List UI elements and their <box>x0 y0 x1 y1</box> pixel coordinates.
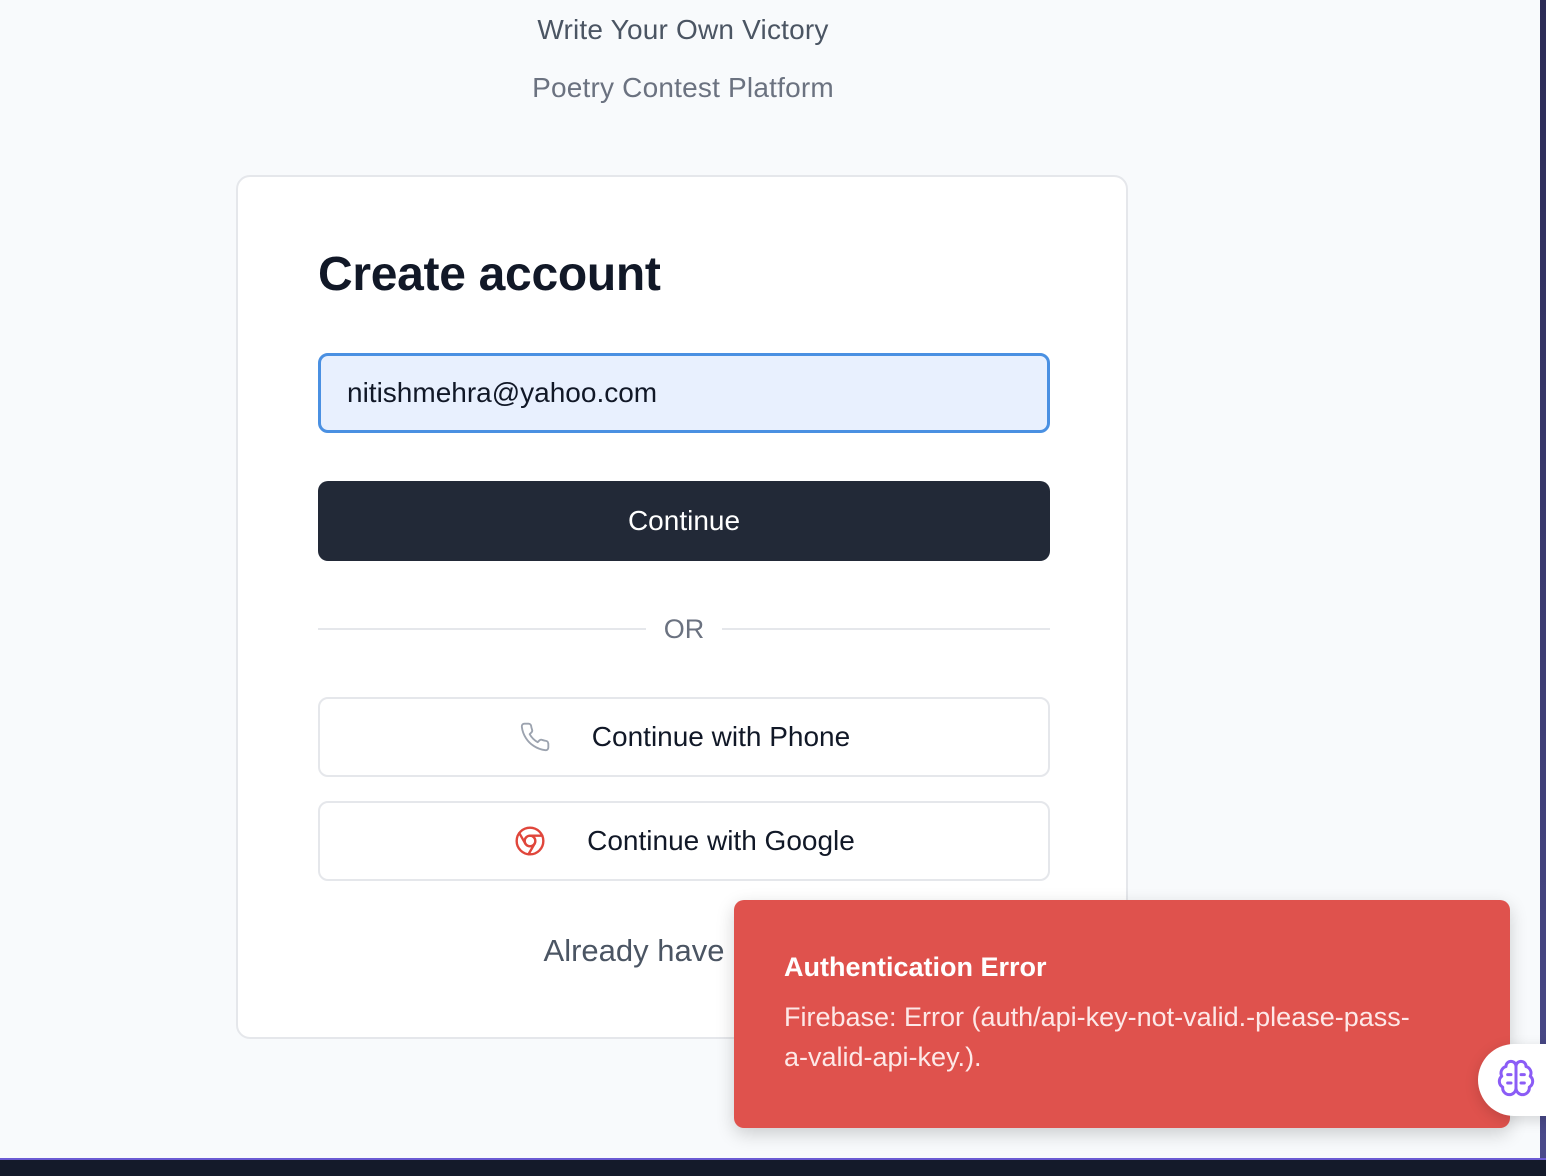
error-toast[interactable]: Authentication Error Firebase: Error (au… <box>734 900 1510 1128</box>
phone-icon <box>518 720 552 754</box>
app-subtitle: Poetry Contest Platform <box>532 72 834 103</box>
window-edge <box>1540 0 1546 1160</box>
email-field[interactable] <box>318 353 1050 433</box>
bottom-taskbar <box>0 1158 1546 1176</box>
divider-line-right <box>722 628 1050 630</box>
or-divider: OR <box>318 609 1050 649</box>
google-button-label: Continue with Google <box>587 825 855 856</box>
divider-label: OR <box>663 613 705 644</box>
brain-icon <box>1496 1058 1536 1103</box>
toast-title: Authentication Error <box>784 952 1047 982</box>
continue-with-google-button[interactable]: Continue with Google <box>318 801 1050 881</box>
continue-button[interactable]: Continue <box>318 481 1050 561</box>
divider-line-left <box>318 628 646 630</box>
page-title: Create account <box>318 248 661 301</box>
toast-message: Firebase: Error (auth/api-key-not-valid.… <box>784 1002 1410 1072</box>
app-tagline: Write Your Own Victory <box>537 14 829 45</box>
assistant-button[interactable] <box>1478 1044 1546 1116</box>
chrome-icon <box>513 824 547 858</box>
phone-button-label: Continue with Phone <box>591 721 851 752</box>
continue-with-phone-button[interactable]: Continue with Phone <box>318 697 1050 777</box>
